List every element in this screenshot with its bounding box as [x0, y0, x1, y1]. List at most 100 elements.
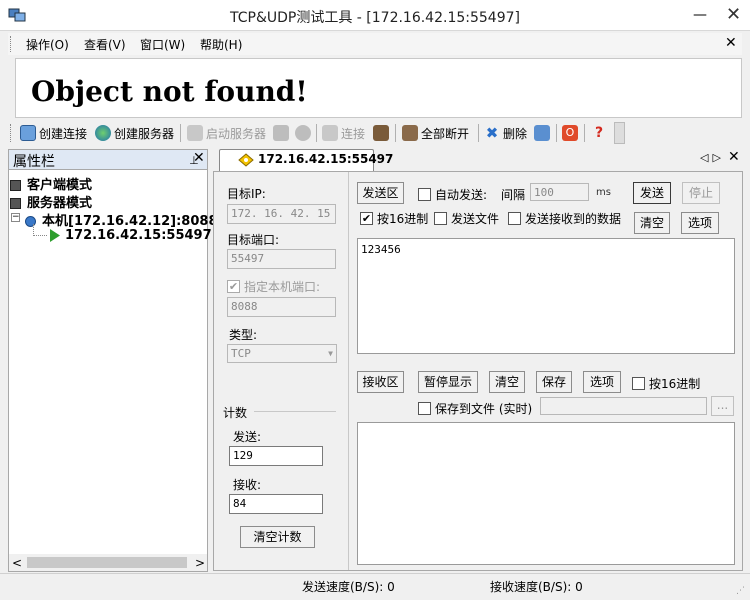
close-button[interactable]: ✕ — [726, 6, 742, 24]
help-icon: ? — [594, 125, 604, 141]
send-count-label: 发送: — [233, 430, 262, 444]
connection-content: 目标IP: 172. 16. 42. 15 目标端口: 55497 ✔ 指定本机… — [213, 171, 743, 571]
create-server-label: 创建服务器 — [114, 126, 175, 141]
toolbar-separator — [395, 124, 396, 142]
menu-grip — [10, 36, 12, 52]
menu-help[interactable]: 帮助(H) — [200, 36, 242, 53]
chevron-down-icon: ▼ — [328, 349, 333, 358]
resize-grip[interactable]: ⋰ — [736, 586, 746, 596]
send-area-button[interactable]: 发送区 — [357, 182, 404, 204]
stop-button[interactable] — [295, 124, 311, 142]
tree-item-local[interactable]: 本机[172.16.42.12]:8088 — [25, 210, 218, 229]
help-button[interactable]: ? — [591, 124, 607, 142]
start-server-label: 启动服务器 — [206, 126, 267, 141]
recv-hex-label: 按16进制 — [649, 377, 701, 391]
server-settings-button[interactable] — [273, 124, 289, 142]
send-file-label: 发送文件 — [451, 212, 500, 226]
send-hex-checkbox[interactable]: ✔ 按16进制 — [360, 210, 428, 227]
send-hex-label: 按16进制 — [377, 212, 429, 226]
disconnect-icon — [373, 125, 389, 141]
menu-view[interactable]: 查看(V) — [84, 36, 126, 53]
banner-text: Object not found! — [31, 75, 308, 108]
clear-count-button[interactable]: 清空计数 — [240, 526, 315, 548]
menu-close-icon[interactable]: ✕ — [725, 35, 737, 51]
tree-label: 本机[172.16.42.12]:8088 — [42, 214, 218, 229]
toolbar-separator — [584, 124, 585, 142]
tab-close-icon[interactable]: ✕ — [728, 149, 740, 165]
recv-hex-checkbox[interactable]: 按16进制 — [632, 375, 700, 392]
disconnect-all-button[interactable]: 全部断开 — [402, 124, 469, 142]
stop-send-button[interactable]: 停止 — [682, 182, 720, 204]
scroll-right-button[interactable]: > — [195, 556, 205, 570]
pause-display-button[interactable]: 暂停显示 — [418, 371, 478, 393]
toolbar-separator — [556, 124, 557, 142]
save-path-field[interactable] — [540, 397, 707, 415]
auto-send-checkbox[interactable]: 自动发送: — [418, 186, 487, 203]
target-ip-label: 目标IP: — [227, 187, 266, 201]
toolbar-overflow[interactable] — [614, 122, 625, 144]
type-select[interactable]: TCP ▼ — [227, 344, 337, 363]
send-options-button[interactable]: 选项 — [681, 212, 719, 234]
power-button[interactable]: O — [562, 124, 578, 142]
recv-count-field[interactable]: 84 — [229, 494, 323, 514]
tree-item-server-mode[interactable]: 服务器模式 — [10, 192, 92, 211]
network-button[interactable] — [534, 124, 550, 142]
start-server-button[interactable]: 启动服务器 — [187, 124, 266, 142]
count-divider — [254, 411, 336, 412]
target-ip-field[interactable]: 172. 16. 42. 15 — [227, 204, 336, 224]
tree-item-client-mode[interactable]: 客户端模式 — [10, 174, 92, 193]
recv-textarea[interactable] — [357, 422, 735, 565]
send-textarea[interactable]: 123456 — [357, 238, 735, 354]
send-received-check — [508, 212, 521, 225]
power-icon: O — [562, 125, 578, 141]
interval-label: 间隔 — [501, 188, 526, 202]
connect-icon — [322, 125, 338, 141]
disconnect-all-icon — [402, 125, 418, 141]
tab-label: 172.16.42.15:55497 — [258, 152, 394, 166]
interval-unit: ms — [596, 187, 611, 198]
local-port-checkbox[interactable]: ✔ 指定本机端口: — [227, 278, 320, 295]
scroll-thumb[interactable] — [27, 557, 187, 568]
tab-nav-arrows[interactable]: ◁▷ — [700, 151, 725, 164]
create-connection-icon — [20, 125, 36, 141]
create-connection-label: 创建连接 — [39, 126, 88, 141]
tree-label: 客户端模式 — [27, 178, 93, 193]
auto-send-check — [418, 188, 431, 201]
send-received-checkbox[interactable]: 发送接收到的数据 — [508, 210, 621, 227]
browse-button[interactable]: ... — [711, 396, 734, 416]
panel-close-icon[interactable]: ✕ — [193, 150, 205, 166]
scroll-left-button[interactable]: < — [12, 556, 22, 570]
menu-bar: 操作(O) 查看(V) 窗口(W) 帮助(H) — [8, 33, 742, 55]
send-button[interactable]: 发送 — [633, 182, 671, 204]
disconnect-button[interactable] — [373, 124, 389, 142]
save-to-file-checkbox[interactable]: 保存到文件 (实时) — [418, 400, 532, 417]
delete-button[interactable]: ✖ 删除 — [484, 124, 527, 142]
recv-clear-button[interactable]: 清空 — [489, 371, 525, 393]
horizontal-scrollbar[interactable]: < > — [9, 554, 207, 571]
menu-window[interactable]: 窗口(W) — [140, 36, 185, 53]
count-label: 计数 — [223, 406, 248, 420]
create-server-button[interactable]: 创建服务器 — [95, 124, 174, 142]
interval-field[interactable]: 100 — [530, 183, 589, 201]
recv-options-button[interactable]: 选项 — [583, 371, 621, 393]
play-arrow-icon — [50, 229, 60, 242]
tree-item-connection[interactable]: 172.16.42.15:55497 — [49, 228, 212, 243]
connect-button[interactable]: 连接 — [322, 124, 365, 142]
recv-save-button[interactable]: 保存 — [536, 371, 572, 393]
send-file-checkbox[interactable]: 发送文件 — [434, 210, 499, 227]
menu-operate[interactable]: 操作(O) — [26, 36, 69, 53]
tree-expander[interactable]: − — [11, 213, 20, 222]
send-file-check — [434, 212, 447, 225]
minimize-button[interactable]: — — [693, 8, 707, 22]
recv-area-button[interactable]: 接收区 — [357, 371, 404, 393]
property-panel-header: 属性栏 ᅟ⊥ ✕ — [9, 150, 207, 170]
server-settings-icon — [273, 125, 289, 141]
send-clear-button[interactable]: 清空 — [634, 212, 670, 234]
send-count-field[interactable]: 129 — [229, 446, 323, 466]
network-icon — [534, 125, 550, 141]
computer-icon — [10, 180, 21, 191]
create-connection-button[interactable]: 创建连接 — [20, 124, 87, 142]
local-port-field[interactable]: 8088 — [227, 297, 336, 317]
target-port-field[interactable]: 55497 — [227, 249, 336, 269]
toolbar-separator — [478, 124, 479, 142]
